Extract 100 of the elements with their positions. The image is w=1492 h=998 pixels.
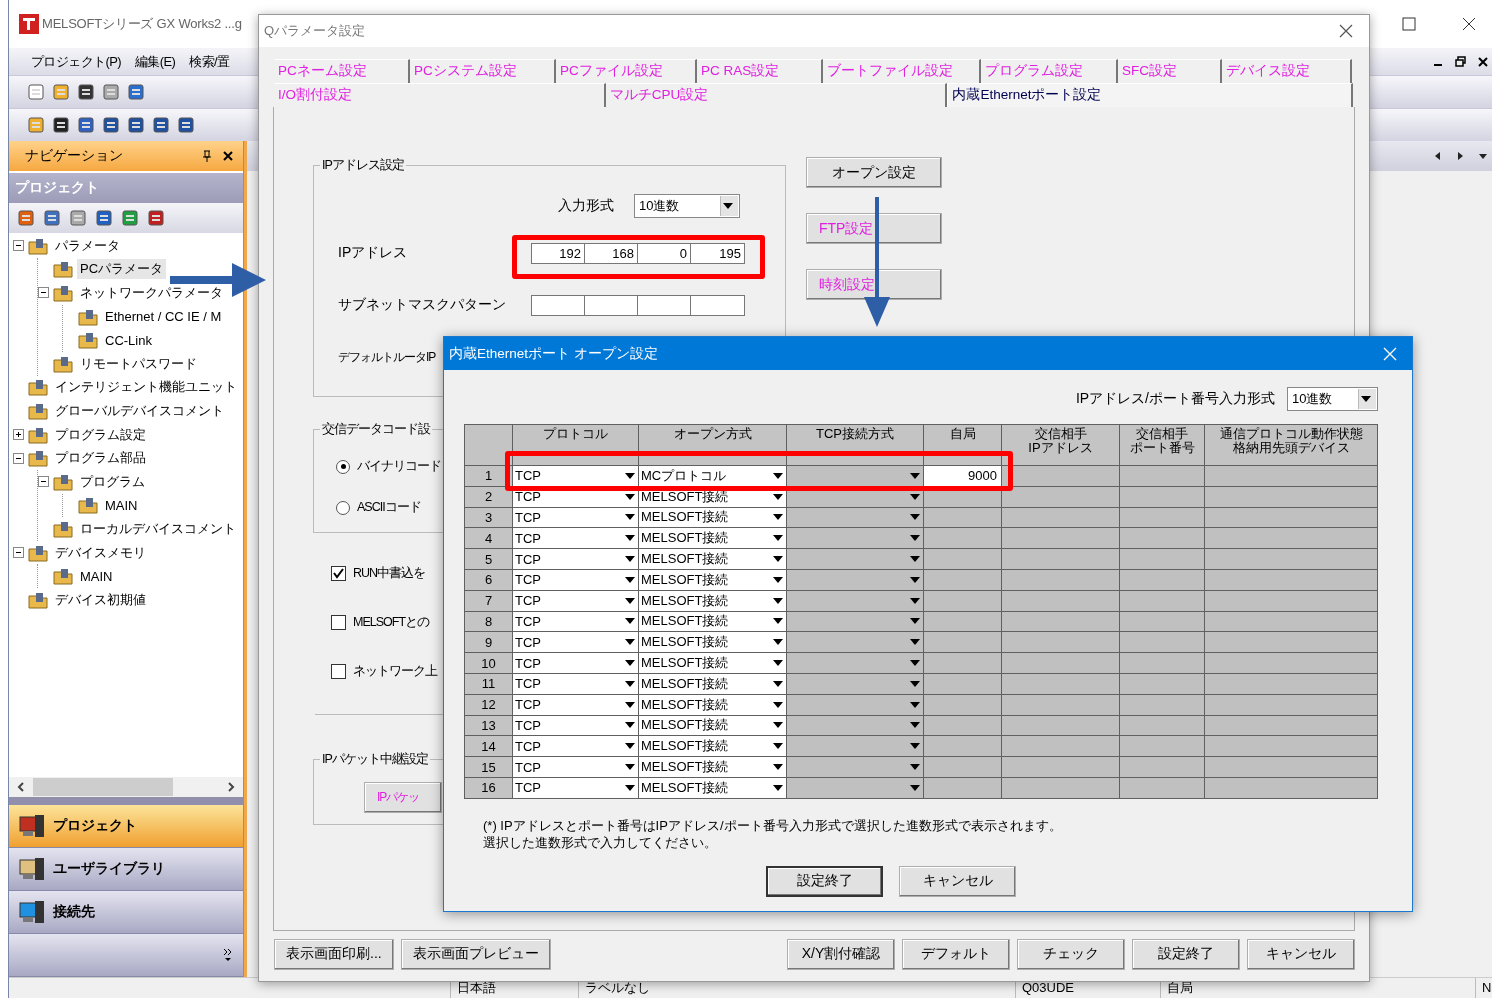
expand-toggle[interactable] xyxy=(13,240,24,252)
dialog-button[interactable]: キャンセル xyxy=(1247,938,1355,970)
tree-item[interactable]: PCパラメータ xyxy=(77,259,167,280)
tree-item[interactable]: インテリジェント機能ユニット xyxy=(52,377,240,398)
scroll-right-icon[interactable] xyxy=(227,782,235,792)
scroll-left-icon[interactable] xyxy=(17,782,25,792)
checkbox-label: ネットワーク上 xyxy=(353,663,437,680)
dialog-button[interactable]: 設定終了 xyxy=(766,865,883,897)
row-number: 7 xyxy=(464,590,513,612)
dialog-button[interactable]: X/Y割付確認 xyxy=(787,938,895,970)
checkbox[interactable] xyxy=(331,615,346,630)
tab-list-icon[interactable] xyxy=(1478,152,1488,160)
checkbox-label: MELSOFTとの xyxy=(353,614,430,631)
tree-item[interactable]: ローカルデバイスコメント xyxy=(77,518,239,539)
tree-item[interactable]: デバイスメモリ xyxy=(52,542,149,563)
folder-icon xyxy=(28,236,48,255)
window-title: MELSOFTシリーズ GX Works2 ...g xyxy=(42,15,242,33)
caret-icon xyxy=(723,203,733,209)
caret-icon xyxy=(1361,396,1371,402)
radio-label: バイナリコード xyxy=(357,458,441,475)
row-number: 5 xyxy=(464,548,513,570)
radio-label: ASCIIコード xyxy=(357,499,421,516)
dialog-button[interactable]: 表示画面プレビュー xyxy=(400,938,551,970)
tree-item[interactable]: ネットワークパラメータ xyxy=(77,283,226,303)
tree-item[interactable]: プログラム設定 xyxy=(52,424,149,445)
tab-right-icon[interactable] xyxy=(1456,151,1464,161)
tree-item[interactable]: MAIN xyxy=(102,496,141,514)
format-dropdown[interactable]: 10進数 xyxy=(1287,387,1378,411)
dialog-button[interactable]: 設定終了 xyxy=(1132,938,1240,970)
settings-button[interactable]: オープン設定 xyxy=(806,157,942,188)
column-header: 交信相手 IPアドレス xyxy=(1001,424,1120,466)
scroll-thumb[interactable] xyxy=(33,778,173,796)
maximize-icon[interactable] xyxy=(1402,17,1416,31)
navigation-tab[interactable]: ユーザライブラリ xyxy=(9,848,243,891)
tree-item[interactable]: CC-Link xyxy=(102,331,155,349)
dialog-button[interactable]: 表示画面印刷... xyxy=(274,938,394,970)
row-number: 13 xyxy=(464,715,513,736)
close-icon[interactable] xyxy=(1478,56,1488,67)
expand-toggle[interactable] xyxy=(38,476,49,488)
tree-item[interactable]: MAIN xyxy=(77,567,116,585)
tree-item[interactable]: グローバルデバイスコメント xyxy=(52,400,227,421)
expand-toggle[interactable] xyxy=(38,287,49,299)
checkbox[interactable] xyxy=(331,664,346,679)
field-label: IPアドレス/ポート番号入力形式 xyxy=(1075,390,1275,408)
tree-item[interactable]: デバイス初期値 xyxy=(52,589,149,610)
row-number: 4 xyxy=(464,527,513,549)
tree-item[interactable]: プログラム部品 xyxy=(52,448,149,469)
format-dropdown[interactable]: 10進数 xyxy=(634,194,740,218)
row-number: 12 xyxy=(464,694,513,716)
navigation-tab[interactable]: プロジェクト xyxy=(9,805,243,848)
checkbox[interactable] xyxy=(331,566,346,581)
app-logo-icon xyxy=(19,14,39,34)
folder-icon xyxy=(28,590,48,609)
column-header: 通信プロトコル動作状態 格納用先頭デバイス xyxy=(1204,424,1378,466)
dialog-button[interactable]: デフォルト xyxy=(902,938,1010,970)
close-icon[interactable] xyxy=(1339,24,1353,38)
close-icon[interactable] xyxy=(1462,17,1476,31)
more-icon[interactable] xyxy=(223,948,233,962)
panel-title: ナビゲーション xyxy=(25,147,123,165)
radio-button[interactable] xyxy=(336,459,350,474)
group-label: IPアドレス設定 xyxy=(321,157,405,174)
row-number: 15 xyxy=(464,756,513,778)
field-label: 入力形式 xyxy=(558,197,614,215)
menu-item[interactable]: 編集(E) xyxy=(134,52,176,71)
section-header: プロジェクト xyxy=(9,173,243,203)
row-number: 11 xyxy=(464,673,513,695)
menu-item[interactable]: プロジェクト(P) xyxy=(31,52,121,71)
pin-icon[interactable] xyxy=(201,150,213,162)
folder-icon xyxy=(28,543,48,562)
tree-item[interactable]: リモートパスワード xyxy=(77,353,200,374)
menu-item[interactable]: 検索/置 xyxy=(189,52,230,71)
restore-icon[interactable] xyxy=(1455,56,1466,67)
row-number: 9 xyxy=(464,631,513,653)
horizontal-scrollbar[interactable] xyxy=(9,777,243,797)
folder-icon xyxy=(28,449,48,468)
tab[interactable]: 内蔵Ethernetポート設定 xyxy=(947,83,1353,107)
tab-left-icon[interactable] xyxy=(1434,151,1442,161)
dialog-title: 内蔵Ethernetポート オープン設定 xyxy=(449,344,658,363)
expand-toggle[interactable] xyxy=(13,547,24,558)
expand-toggle[interactable] xyxy=(13,452,24,464)
tree-item[interactable]: パラメータ xyxy=(52,235,123,256)
field-label: デフォルトルータIP xyxy=(338,348,437,366)
checkbox-label: RUN中書込を xyxy=(353,565,426,582)
tree-item[interactable]: Ethernet / CC IE / M xyxy=(102,308,225,326)
radio-button[interactable] xyxy=(336,500,350,515)
status-field: N xyxy=(1475,978,1492,998)
folder-icon xyxy=(78,307,98,326)
folder-icon xyxy=(53,260,73,279)
folder-icon xyxy=(53,284,73,302)
tree-item[interactable]: プログラム xyxy=(77,471,148,492)
row-number: 14 xyxy=(464,735,513,757)
navigation-tab[interactable]: 接続先 xyxy=(9,891,243,934)
note-text: 選択した進数形式で入力してください。 xyxy=(483,833,718,851)
folder-icon xyxy=(28,378,48,397)
close-icon[interactable] xyxy=(223,151,233,161)
row-number: 10 xyxy=(464,652,513,674)
dialog-button[interactable]: チェック xyxy=(1017,938,1125,970)
dialog-button[interactable]: キャンセル xyxy=(899,865,1016,897)
column-header: 交信相手 ポート番号 xyxy=(1119,424,1205,466)
expand-toggle[interactable] xyxy=(13,429,24,441)
